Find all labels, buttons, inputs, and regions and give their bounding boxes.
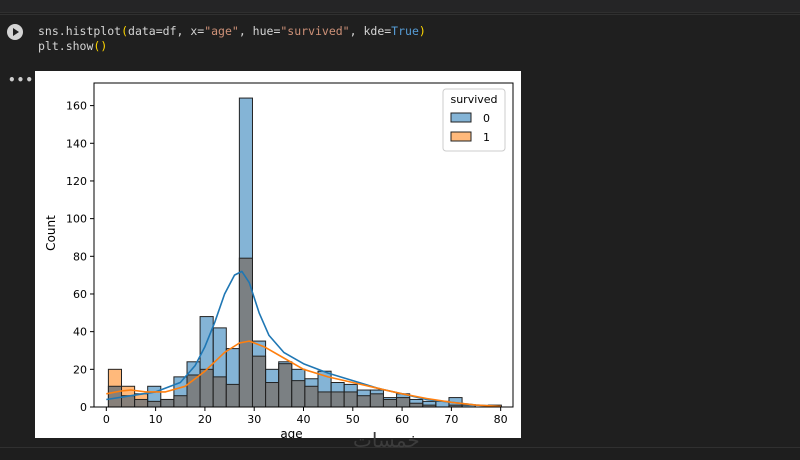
bar-bin-19-overlap: [356, 395, 371, 408]
legend-label-1: 1: [483, 131, 490, 144]
y-tick-label: 100: [66, 213, 87, 226]
y-tick-label: 120: [66, 175, 87, 188]
bar-bin-4-overlap: [160, 398, 175, 408]
output-actions-menu-icon[interactable]: •••: [8, 73, 34, 87]
y-tick-label: 160: [66, 100, 87, 113]
x-tick-label: 0: [103, 413, 110, 426]
y-axis-label: Count: [44, 215, 58, 251]
code-arg-data: data=df, x=: [128, 24, 205, 38]
y-tick-label: 20: [73, 363, 87, 376]
bar-bin-2-overlap: [134, 398, 149, 408]
bar-bin-22-overlap: [396, 397, 411, 408]
y-tick-label: 80: [73, 250, 87, 263]
code-parens-show: (): [93, 39, 108, 53]
x-tick-label: 60: [395, 413, 409, 426]
histogram-chart: 0 10 20 30 40 50 60 70 80020406080100120140160ag…: [44, 82, 514, 441]
code-paren-close: ): [418, 24, 426, 38]
x-tick-label: 10: [149, 413, 163, 426]
y-tick-label: 60: [73, 288, 87, 301]
x-tick-label: 80: [494, 413, 508, 426]
y-tick-label: 40: [73, 326, 87, 339]
notebook-cell: sns.histplot(data=df, x="age", hue="surv…: [0, 14, 800, 448]
bar-bin-21-overlap: [382, 398, 398, 408]
plot-output: 0 10 20 30 40 50 60 70 80 0 20 40 60 80 100 120 140 160 ag…: [35, 71, 521, 441]
y-tick-label: 0: [80, 401, 87, 414]
legend-swatch-1: [450, 131, 472, 142]
bar-bin-5-overlap: [173, 395, 188, 408]
legend-label-0: 0: [483, 112, 490, 125]
bar-bin-12-overlap: [265, 382, 280, 408]
bar-bin-23-overlap: [409, 402, 424, 408]
bar-bin-9-overlap: [225, 383, 240, 408]
code-editor[interactable]: sns.histplot(data=df, x="age", hue="surv…: [0, 15, 800, 65]
bar-bin-11-overlap: [251, 355, 267, 408]
legend-swatch-0: [450, 112, 472, 123]
code-fn-show: plt.show: [38, 39, 94, 53]
bar-bin-17-overlap: [330, 391, 345, 408]
run-cell-button[interactable]: [7, 24, 23, 40]
bar-bin-3-overlap: [147, 400, 162, 408]
x-tick-label: 30: [247, 413, 261, 426]
code-fn-histplot: sns.histplot: [38, 24, 122, 38]
bottom-strip: [0, 448, 800, 460]
previous-cell-strip: [0, 0, 800, 13]
bar-bin-18-overlap: [343, 391, 358, 408]
code-text[interactable]: sns.histplot(data=df, x="age", hue="surv…: [38, 24, 426, 54]
x-tick-label: 50: [346, 413, 360, 426]
bar-bin-7-overlap: [199, 368, 214, 408]
legend-title: survived: [450, 93, 497, 106]
bar-bin-20-overlap: [369, 393, 384, 408]
code-arg-hue: , hue=: [238, 24, 281, 38]
bar-bin-16-overlap: [317, 391, 332, 408]
bar-bin-14-overlap: [291, 380, 306, 408]
code-string-age: "age": [204, 24, 239, 38]
bar-bin-0-overlap: [107, 385, 123, 408]
code-keyword-true: True: [391, 24, 419, 38]
y-tick-label: 140: [66, 137, 87, 150]
x-tick-label: 70: [444, 413, 458, 426]
code-string-survived: "survived": [280, 24, 350, 38]
bar-bin-8-overlap: [212, 376, 227, 408]
code-arg-kde: , kde=: [349, 24, 392, 38]
bar-bin-15-overlap: [304, 385, 319, 408]
bar-bin-13-overlap: [278, 363, 293, 408]
x-tick-label: 20: [198, 413, 212, 426]
bar-bin-10-overlap: [238, 257, 253, 408]
x-tick-label: 40: [297, 413, 311, 426]
play-icon: [13, 28, 19, 36]
code-paren-open: (: [121, 24, 129, 38]
x-axis-label: age: [280, 427, 302, 438]
